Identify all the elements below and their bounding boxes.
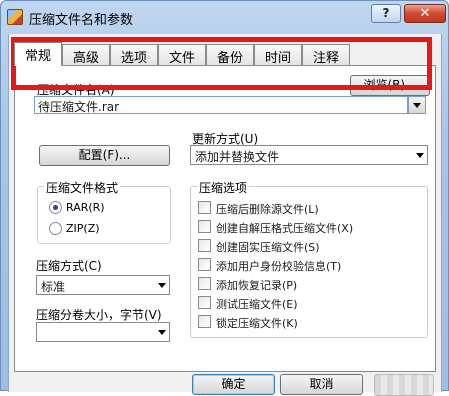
option-label: 添加恢复记录(P) <box>216 279 298 292</box>
profiles-button[interactable]: 配置(F)... <box>39 145 170 166</box>
help-button[interactable]: ? <box>371 4 401 23</box>
option-label: 创建固实压缩文件(S) <box>216 241 320 254</box>
archive-name-input[interactable]: 待压缩文件.rar <box>34 96 408 114</box>
radio-rar[interactable] <box>49 201 62 214</box>
help-button-obscured[interactable] <box>374 374 434 396</box>
chevron-down-icon <box>413 103 421 108</box>
radio-rar-label: RAR(R) <box>66 201 105 214</box>
option-label: 创建自解压格式压缩文件(X) <box>216 222 354 235</box>
checkbox[interactable] <box>198 296 211 309</box>
option-label: 测试压缩文件(E) <box>216 298 298 311</box>
format-group: 压缩文件格式 RAR(R) ZIP(Z) <box>37 179 171 244</box>
chevron-down-icon <box>158 330 166 335</box>
dialog-window: 压缩文件名和参数 ? ✕ 常规 高级 选项 文件 备份 时间 注释 压缩文件名(… <box>0 0 449 396</box>
options-group-title: 压缩选项 <box>197 179 250 196</box>
checkbox[interactable] <box>198 201 211 214</box>
update-mode-value: 添加并替换文件 <box>195 150 280 164</box>
format-group-title: 压缩文件格式 <box>44 179 121 196</box>
option-label: 压缩后删除源文件(L) <box>216 203 319 216</box>
checkbox[interactable] <box>198 277 211 290</box>
method-value: 标准 <box>41 280 66 294</box>
window-title: 压缩文件名和参数 <box>29 13 134 28</box>
split-volume-select[interactable] <box>36 322 170 342</box>
radio-zip[interactable] <box>49 222 62 235</box>
radio-zip-label: ZIP(Z) <box>66 222 100 235</box>
close-button[interactable]: ✕ <box>404 4 446 23</box>
tab-general[interactable]: 常规 <box>14 42 62 66</box>
highlight-annotation-box <box>11 37 432 90</box>
options-group: 压缩选项 压缩后删除源文件(L) 创建自解压格式压缩文件(X) 创建固实压缩文件… <box>190 179 428 338</box>
option-label: 锁定压缩文件(K) <box>216 317 298 330</box>
chevron-down-icon <box>416 153 424 158</box>
archive-name-dropdown-button[interactable] <box>408 96 426 114</box>
method-select[interactable]: 标准 <box>36 275 170 295</box>
method-label: 压缩方式(C) <box>36 259 102 273</box>
split-label: 压缩分卷大小，字节(V) <box>36 308 162 322</box>
checkbox[interactable] <box>198 239 211 252</box>
checkbox[interactable] <box>198 315 211 328</box>
checkbox[interactable] <box>198 258 211 271</box>
ok-button[interactable]: 确定 <box>192 374 275 395</box>
chevron-down-icon <box>158 283 166 288</box>
checkbox[interactable] <box>198 220 211 233</box>
winrar-icon <box>7 9 23 25</box>
cancel-button[interactable]: 取消 <box>280 374 363 395</box>
update-mode-select[interactable]: 添加并替换文件 <box>190 145 428 165</box>
title-bar: 压缩文件名和参数 ? ✕ <box>1 1 448 33</box>
option-label: 添加用户身份校验信息(T) <box>216 260 342 273</box>
